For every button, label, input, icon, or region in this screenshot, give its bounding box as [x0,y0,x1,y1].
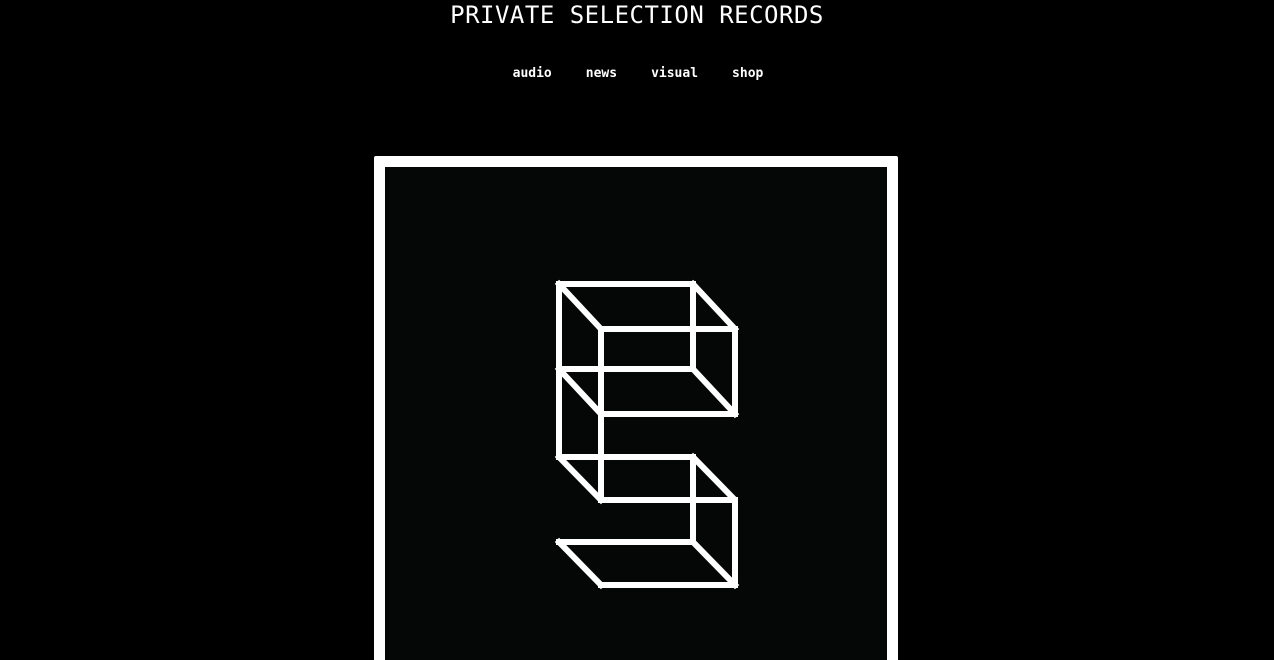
nav-link-audio[interactable]: audio [513,64,552,84]
site-header: PRIVATE SELECTION RECORDS audio news vis… [0,0,1274,120]
main-nav: audio news visual shop [0,64,1274,84]
artwork-frame [374,156,898,660]
nav-link-visual[interactable]: visual [651,64,698,84]
site-title-link[interactable]: PRIVATE SELECTION RECORDS [0,1,1274,29]
nav-link-news[interactable]: news [586,64,617,84]
nav-link-shop[interactable]: shop [732,64,763,84]
artwork-image[interactable] [385,167,887,660]
s-cube-logo-icon [554,279,740,590]
